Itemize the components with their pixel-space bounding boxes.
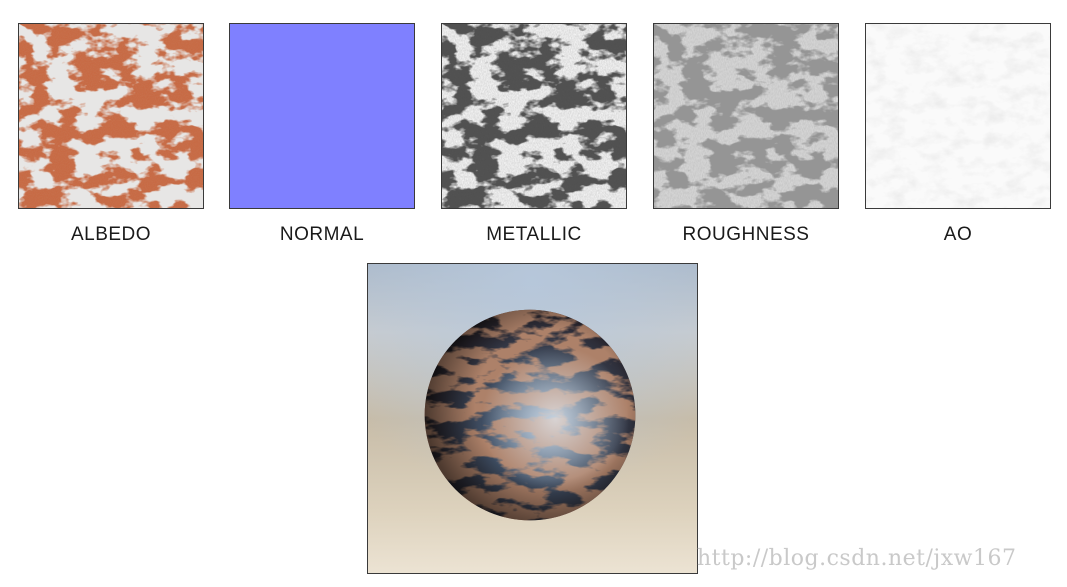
ao-label: AO [943, 224, 973, 245]
roughness-label: ROUGHNESS [682, 224, 810, 245]
albedo-label: ALBEDO [70, 224, 152, 245]
metallic-texture-image [441, 23, 627, 209]
metallic-label: METALLIC [486, 224, 582, 245]
rendered-sphere-image [367, 263, 698, 574]
albedo-texture-image [18, 23, 204, 209]
ao-texture-image [865, 23, 1051, 209]
normal-label: NORMAL [279, 224, 365, 245]
roughness-texture-image [653, 23, 839, 209]
watermark-url: http://blog.csdn.net/jxw167 [697, 546, 1017, 571]
normal-texture-image [229, 23, 415, 209]
